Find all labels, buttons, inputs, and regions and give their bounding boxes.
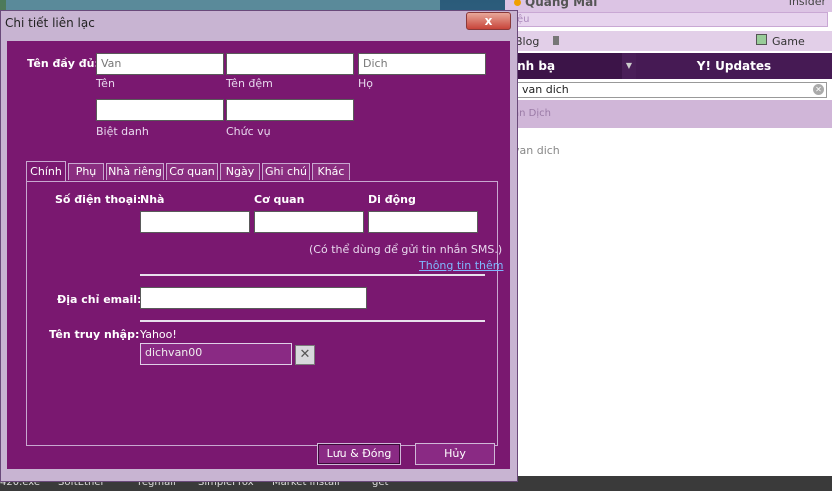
job-title-caption: Chức vụ (226, 125, 271, 138)
tab-updates[interactable]: Y! Updates (636, 53, 832, 79)
nickname-input[interactable] (96, 99, 224, 121)
phone-home-input[interactable] (140, 211, 250, 233)
login-label: Tên truy nhập: (49, 328, 140, 341)
tab-main[interactable]: Chính (26, 161, 66, 181)
tab-notes[interactable]: Ghi chú (262, 163, 310, 180)
dialog-body: Tên đầy đủ: Van Dich Tên Tên đệm Họ Biệt… (7, 41, 510, 469)
game-link[interactable]: Game (772, 35, 805, 48)
tab-secondary[interactable]: Phụ (68, 163, 104, 180)
messenger-tabs: anh bạ ▼ Y! Updates (505, 53, 832, 79)
phone-home-label: Nhà (140, 193, 165, 206)
user-name: Quang Mai (525, 0, 598, 9)
status-message-field[interactable]: ệu (513, 12, 828, 27)
phone-label: Số điện thoại: (55, 193, 142, 206)
phone-mobile-input[interactable] (368, 211, 478, 233)
last-name-caption: Họ (358, 77, 374, 90)
job-title-input[interactable] (226, 99, 354, 121)
status-dot-icon (514, 0, 521, 6)
full-name-label: Tên đầy đủ: (27, 57, 99, 70)
messenger-window: Quang Mai Insider ệu Blog Game anh bạ ▼ … (505, 0, 832, 478)
cancel-button[interactable]: Hủy (415, 443, 495, 465)
blog-link[interactable]: Blog (515, 35, 539, 48)
separator (140, 320, 485, 322)
login-id-field[interactable]: dichvan00 (140, 343, 292, 365)
clear-search-icon[interactable]: ✕ (813, 84, 824, 95)
blog-icon[interactable] (553, 36, 559, 45)
first-name-caption: Tên (96, 77, 115, 90)
login-provider: Yahoo! (140, 328, 177, 341)
game-icon[interactable] (756, 34, 767, 45)
tab-other[interactable]: Khác (312, 163, 350, 180)
phone-mobile-label: Di động (368, 193, 416, 206)
sms-note: (Có thể dùng để gửi tin nhắn SMS.) (309, 243, 503, 256)
save-close-button[interactable]: Lưu & Đóng (317, 443, 401, 465)
search-value: van dich (522, 83, 569, 96)
phone-work-label: Cơ quan (254, 193, 305, 206)
contact-search-input[interactable]: van dich ✕ (513, 82, 827, 98)
first-name-input[interactable]: Van (96, 53, 224, 75)
contact-details-dialog: Chi tiết liên lạc x Tên đầy đủ: Van Dich… (0, 10, 518, 482)
dialog-title: Chi tiết liên lạc (5, 16, 95, 30)
desktop-top-strip (0, 0, 440, 10)
insider-link[interactable]: Insider (789, 0, 826, 8)
phone-work-input[interactable] (254, 211, 364, 233)
tab-contacts[interactable]: anh bạ (505, 53, 622, 79)
last-name-input[interactable]: Dich (358, 53, 486, 75)
messenger-toolbar: Blog Game (505, 31, 832, 51)
nickname-caption: Biệt danh (96, 125, 149, 138)
email-label: Địa chỉ email: (57, 293, 142, 306)
middle-name-input[interactable] (226, 53, 354, 75)
contact-list-item[interactable]: van dich (513, 144, 560, 157)
messenger-user[interactable]: Quang Mai (514, 0, 597, 9)
middle-name-caption: Tên đệm (226, 77, 273, 90)
tab-home[interactable]: Nhà riêng (106, 163, 164, 180)
contact-group-header[interactable]: ăn Dịch (505, 100, 832, 128)
tab-dates[interactable]: Ngày (220, 163, 260, 180)
separator (140, 274, 485, 276)
messenger-titlebar: Quang Mai Insider (505, 0, 832, 12)
close-button[interactable]: x (466, 12, 511, 30)
more-info-link[interactable]: Thông tin thêm (419, 259, 503, 272)
tab-work[interactable]: Cơ quan (166, 163, 218, 180)
clear-login-button[interactable]: ✕ (295, 345, 315, 365)
contacts-dropdown-icon[interactable]: ▼ (622, 53, 636, 79)
email-input[interactable] (140, 287, 367, 309)
